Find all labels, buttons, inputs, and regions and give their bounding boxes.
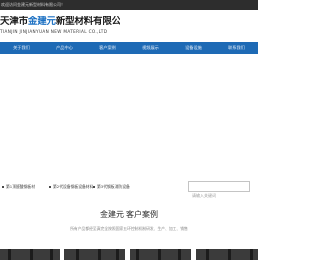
search-box — [188, 181, 250, 200]
hero-banner — [0, 54, 258, 177]
section-description: 所有产品都经至真完全按照国家五环控制机制研发、生产、加工、销售 — [70, 226, 188, 231]
hot-tag-label: 第2代设备钢板设备材料 — [53, 184, 94, 189]
nav-item-equipment[interactable]: 设备设施 — [172, 42, 215, 54]
case-thumbnail[interactable] — [0, 249, 60, 260]
bullet-icon — [2, 186, 4, 188]
nav-item-about[interactable]: 关于我们 — [0, 42, 43, 54]
hot-tag[interactable]: 第1顶醛酸钢板材 — [2, 183, 35, 191]
bullet-icon — [49, 186, 51, 188]
welcome-text: 欢迎访问金建元新型材料有限公司！ — [1, 2, 65, 7]
company-name-prefix: 天津市 — [0, 16, 28, 27]
hot-tag-label: 第3代钢板消防设备 — [97, 184, 130, 189]
company-english-name: TIANJIN JINJIANYUAN NEW MATERIAL CO.,LTD — [0, 29, 108, 34]
section-title-main: 金建元 — [100, 210, 124, 219]
main-nav: 关于我们 产品中心 客户案例 视频展示 设备设施 联系我们 — [0, 42, 258, 54]
bullet-icon — [93, 186, 95, 188]
case-thumbnail[interactable] — [196, 249, 258, 260]
case-thumbnail[interactable] — [130, 249, 191, 260]
company-name-suffix: 新型材料有限公司 — [55, 16, 120, 27]
hot-tag-label: 第1顶醛酸钢板材 — [6, 184, 35, 189]
top-bar: 欢迎访问金建元新型材料有限公司！ — [0, 0, 258, 10]
hot-tag[interactable]: 第2代设备钢板设备材料 — [49, 183, 93, 191]
case-gallery — [0, 249, 258, 260]
nav-item-videos[interactable]: 视频展示 — [129, 42, 172, 54]
case-thumbnail[interactable] — [64, 249, 125, 260]
nav-item-cases[interactable]: 客户案例 — [86, 42, 129, 54]
company-name-highlight: 金建元 — [27, 16, 56, 27]
hot-tag[interactable]: 第3代钢板消防设备 — [93, 183, 130, 191]
company-name: 天津市金建元新型材料有限公司 — [0, 16, 120, 27]
search-input[interactable] — [189, 191, 249, 200]
nav-item-contact[interactable]: 联系我们 — [215, 42, 258, 54]
company-logo[interactable]: 天津市金建元新型材料有限公司 TIANJIN JINJIANYUAN NEW M… — [0, 16, 120, 38]
section-title: 金建元 客户案例 — [0, 209, 258, 220]
nav-item-products[interactable]: 产品中心 — [43, 42, 86, 54]
section-title-sub: 客户案例 — [126, 210, 158, 219]
